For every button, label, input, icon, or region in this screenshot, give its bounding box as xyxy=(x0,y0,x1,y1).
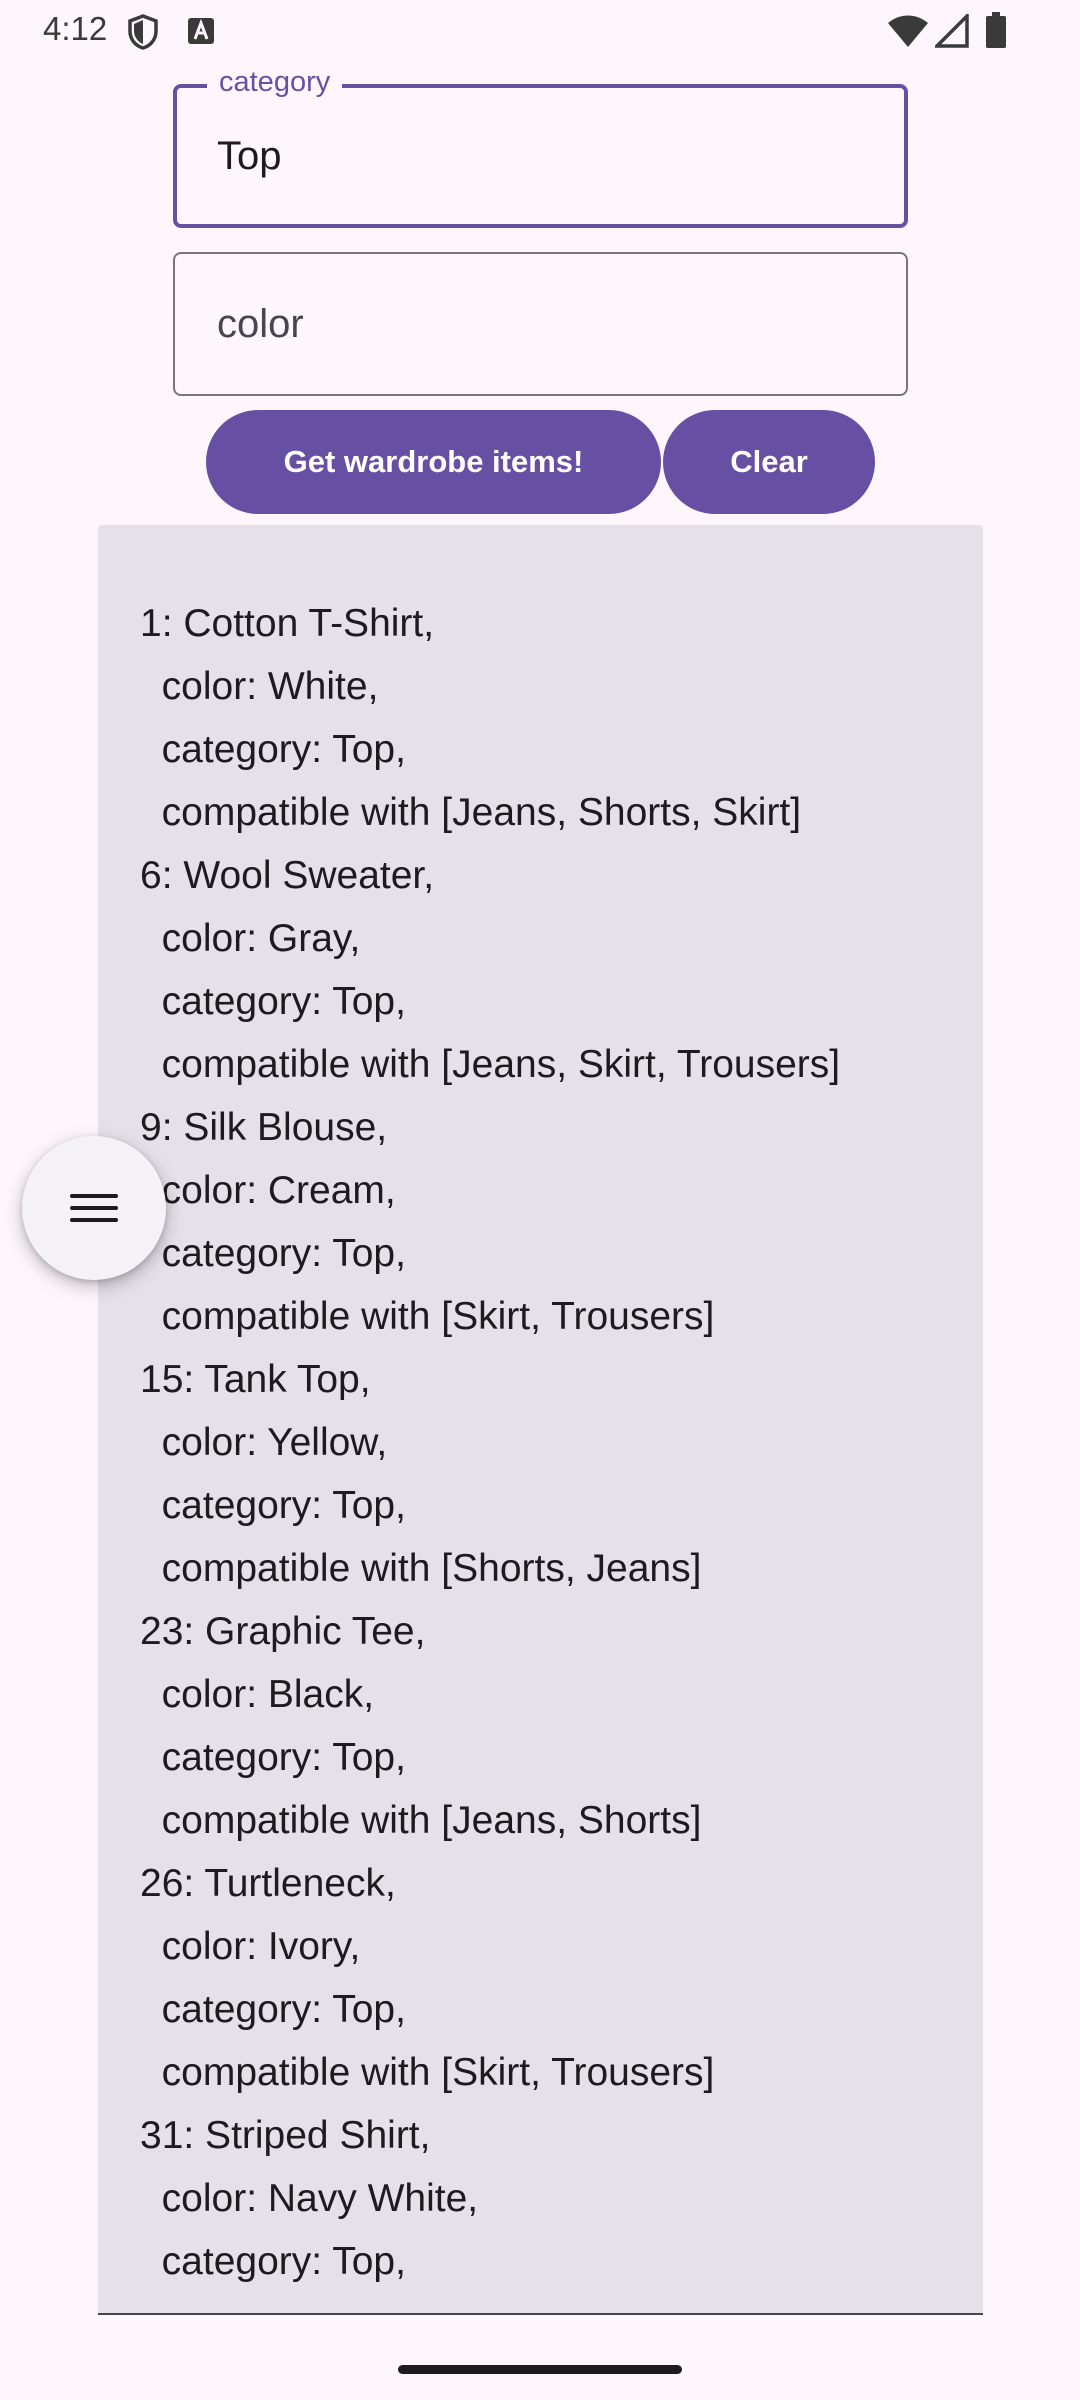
result-line: 6: Wool Sweater, xyxy=(140,854,435,897)
category-field[interactable]: category Top xyxy=(173,66,908,228)
result-line: category: Top, xyxy=(140,728,406,771)
result-line: category: Top, xyxy=(140,1232,406,1275)
get-wardrobe-items-button[interactable]: Get wardrobe items! xyxy=(206,410,661,514)
result-line: color: Cream, xyxy=(140,1169,396,1212)
result-line: 9: Silk Blouse, xyxy=(140,1106,388,1149)
result-line: category: Top, xyxy=(140,980,406,1023)
a-notification-icon xyxy=(188,18,214,44)
wifi-icon xyxy=(888,15,928,47)
result-line: 26: Turtleneck, xyxy=(140,1862,396,1905)
results-list: 1: Cotton T-Shirt, color: White, categor… xyxy=(140,592,840,2293)
result-line: 31: Striped Shirt, xyxy=(140,2114,431,2157)
result-line: 15: Tank Top, xyxy=(140,1358,371,1401)
category-field-value[interactable]: Top xyxy=(217,88,282,224)
result-line: color: Black, xyxy=(140,1673,375,1716)
menu-fab[interactable] xyxy=(22,1136,166,1280)
result-line: compatible with [Jeans, Shorts, Skirt] xyxy=(140,791,802,834)
battery-icon xyxy=(986,12,1006,48)
result-line: color: Yellow, xyxy=(140,1421,388,1464)
result-line: compatible with [Skirt, Trousers] xyxy=(140,2051,715,2094)
gesture-bar[interactable] xyxy=(398,2365,682,2374)
status-bar: 4:12 xyxy=(0,0,1080,62)
clear-button[interactable]: Clear xyxy=(663,410,875,514)
result-line: color: Gray, xyxy=(140,917,361,960)
status-time: 4:12 xyxy=(43,10,108,47)
result-line: compatible with [Jeans, Skirt, Trousers] xyxy=(140,1043,841,1086)
color-field-placeholder: color xyxy=(217,301,304,346)
result-line: category: Top, xyxy=(140,1988,406,2031)
result-line: color: Navy White, xyxy=(140,2177,479,2220)
result-line: category: Top, xyxy=(140,1736,406,1779)
result-line: color: White, xyxy=(140,665,379,708)
shield-icon xyxy=(128,14,158,50)
result-line: compatible with [Jeans, Shorts] xyxy=(140,1799,702,1842)
signal-icon xyxy=(935,14,969,48)
result-line: 23: Graphic Tee, xyxy=(140,1610,426,1653)
color-field[interactable]: color xyxy=(173,252,908,396)
result-line: category: Top, xyxy=(140,1484,406,1527)
result-line: 1: Cotton T-Shirt, xyxy=(140,602,435,645)
result-line: category: Top, xyxy=(140,2240,406,2283)
result-line: compatible with [Skirt, Trousers] xyxy=(140,1295,715,1338)
menu-icon xyxy=(70,1194,118,1222)
result-line: color: Ivory, xyxy=(140,1925,361,1968)
result-line: compatible with [Shorts, Jeans] xyxy=(140,1547,702,1590)
results-panel[interactable]: 1: Cotton T-Shirt, color: White, categor… xyxy=(98,525,983,2315)
